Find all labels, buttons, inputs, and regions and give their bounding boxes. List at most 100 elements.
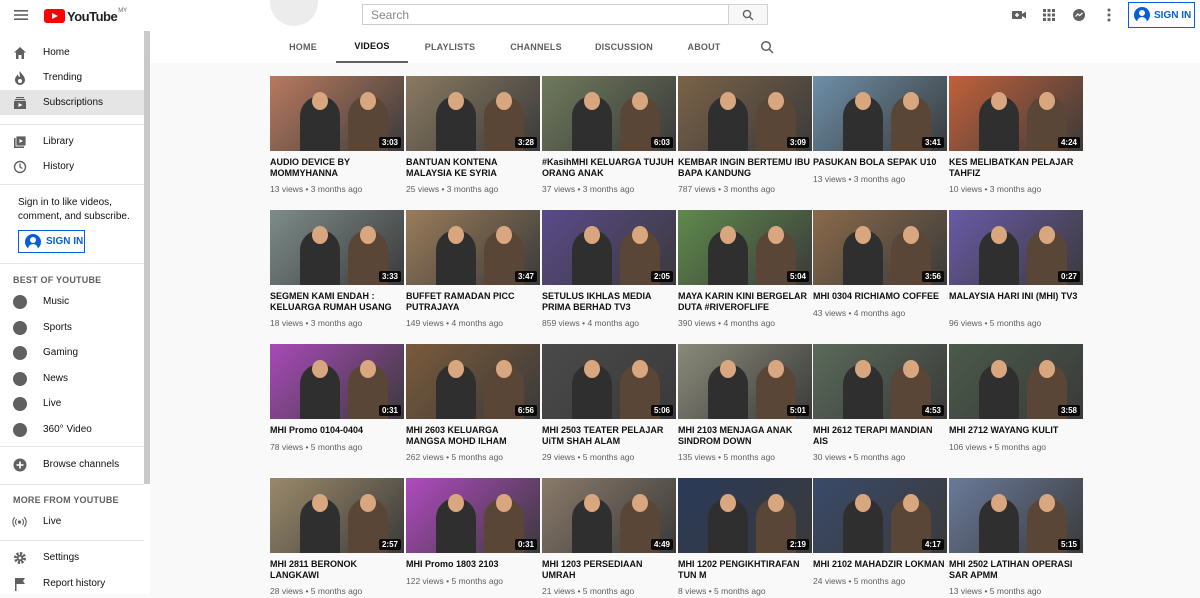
video-title[interactable]: MHI 2502 LATIHAN OPERASI SAR APMM xyxy=(949,559,1081,580)
video-title[interactable]: PASUKAN BOLA SEPAK U10 xyxy=(813,157,945,168)
video-thumbnail[interactable]: 2:57 xyxy=(270,478,404,553)
video-card[interactable]: 3:58 MHI 2712 WAYANG KULIT 106 views • 5 m… xyxy=(949,344,1083,464)
video-card[interactable]: 0:27 MALAYSIA HARI INI (MHI) TV3 96 views … xyxy=(949,210,1083,330)
video-card[interactable]: 6:03 #KasihMHI KELUARGA TUJUH ORANG ANAK 3… xyxy=(542,76,676,196)
video-title[interactable]: MHI 0304 RICHIAMO COFFEE xyxy=(813,291,945,302)
video-thumbnail[interactable]: 3:03 xyxy=(270,76,404,151)
video-title[interactable]: MHI 1203 PERSEDIAAN UMRAH xyxy=(542,559,674,580)
sidebar-item-360-video[interactable]: 360° Video xyxy=(0,417,144,442)
video-thumbnail[interactable]: 3:47 xyxy=(406,210,540,285)
video-thumbnail[interactable]: 3:28 xyxy=(406,76,540,151)
video-title[interactable]: MHI 2811 BERONOK LANGKAWI xyxy=(270,559,402,580)
video-card[interactable]: 3:41 PASUKAN BOLA SEPAK U10 13 views • 3 m… xyxy=(813,76,947,196)
video-title[interactable]: BUFFET RAMADAN PICC PUTRAJAYA xyxy=(406,291,538,312)
video-card[interactable]: 6:56 MHI 2603 KELUARGA MANGSA MOHD ILHAM 2… xyxy=(406,344,540,464)
video-title[interactable]: KEMBAR INGIN BERTEMU IBU BAPA KANDUNG xyxy=(678,157,810,178)
video-title[interactable]: MALAYSIA HARI INI (MHI) TV3 xyxy=(949,291,1081,302)
video-thumbnail[interactable]: 0:27 xyxy=(949,210,1083,285)
video-thumbnail[interactable]: 5:15 xyxy=(949,478,1083,553)
sidebar-item-news[interactable]: News xyxy=(0,366,144,391)
video-card[interactable]: 4:24 KES MELIBATKAN PELAJAR TAHFIZ 10 view… xyxy=(949,76,1083,196)
search-input[interactable] xyxy=(362,4,729,25)
video-card[interactable]: 3:09 KEMBAR INGIN BERTEMU IBU BAPA KANDUN… xyxy=(678,76,812,196)
tab-about[interactable]: ABOUT xyxy=(678,31,730,63)
video-title[interactable]: MHI Promo 1803 2103 xyxy=(406,559,538,570)
video-thumbnail[interactable]: 2:19 xyxy=(678,478,812,553)
video-title[interactable]: MAYA KARIN KINI BERGELAR DUTA #RIVEROFLI… xyxy=(678,291,810,312)
sidebar-item-trending[interactable]: Trending xyxy=(0,65,144,90)
video-card[interactable]: 5:01 MHI 2103 MENJAGA ANAK SINDROM DOWN 13… xyxy=(678,344,812,464)
video-card[interactable]: 5:04 MAYA KARIN KINI BERGELAR DUTA #RIVER… xyxy=(678,210,812,330)
video-thumbnail[interactable]: 6:56 xyxy=(406,344,540,419)
video-title[interactable]: MHI 2712 WAYANG KULIT xyxy=(949,425,1081,436)
video-card[interactable]: 3:33 SEGMEN KAMI ENDAH : KELUARGA RUMAH U… xyxy=(270,210,404,330)
video-card[interactable]: 3:47 BUFFET RAMADAN PICC PUTRAJAYA 149 vie… xyxy=(406,210,540,330)
video-thumbnail[interactable]: 4:53 xyxy=(813,344,947,419)
video-thumbnail[interactable]: 4:49 xyxy=(542,478,676,553)
video-thumbnail[interactable]: 3:58 xyxy=(949,344,1083,419)
video-thumbnail[interactable]: 3:41 xyxy=(813,76,947,151)
video-title[interactable]: MHI 2103 MENJAGA ANAK SINDROM DOWN xyxy=(678,425,810,446)
video-card[interactable]: 3:56 MHI 0304 RICHIAMO COFFEE 43 views • 4… xyxy=(813,210,947,330)
sidebar-item-library[interactable]: Library xyxy=(0,129,144,154)
tab-home[interactable]: HOME xyxy=(276,31,330,63)
video-title[interactable]: #KasihMHI KELUARGA TUJUH ORANG ANAK xyxy=(542,157,674,178)
video-thumbnail[interactable]: 2:05 xyxy=(542,210,676,285)
tab-videos[interactable]: VIDEOS xyxy=(336,31,408,63)
video-card[interactable]: 2:57 MHI 2811 BERONOK LANGKAWI 28 views • … xyxy=(270,478,404,598)
search-button[interactable] xyxy=(728,4,768,25)
video-thumbnail[interactable]: 3:33 xyxy=(270,210,404,285)
video-card[interactable]: 5:15 MHI 2502 LATIHAN OPERASI SAR APMM 13 … xyxy=(949,478,1083,598)
video-thumbnail[interactable]: 0:31 xyxy=(406,478,540,553)
video-title[interactable]: SEGMEN KAMI ENDAH : KELUARGA RUMAH USANG xyxy=(270,291,402,312)
video-thumbnail[interactable]: 6:03 xyxy=(542,76,676,151)
video-thumbnail[interactable]: 5:04 xyxy=(678,210,812,285)
video-card[interactable]: 3:28 BANTUAN KONTENA MALAYSIA KE SYRIA 25 … xyxy=(406,76,540,196)
channel-search-icon[interactable] xyxy=(760,40,774,54)
video-title[interactable]: MHI 2612 TERAPI MANDIAN AIS xyxy=(813,425,945,446)
video-title[interactable]: MHI 2102 MAHADZIR LOKMAN xyxy=(813,559,945,570)
sidebar-scrollbar[interactable] xyxy=(144,31,150,484)
video-title[interactable]: MHI Promo 0104-0404 xyxy=(270,425,402,436)
sidebar-item-more-live[interactable]: Live xyxy=(0,509,144,534)
tab-channels[interactable]: CHANNELS xyxy=(500,31,572,63)
video-card[interactable]: 0:31 MHI Promo 0104-0404 78 views • 5 mont… xyxy=(270,344,404,464)
video-title[interactable]: MHI 2503 TEATER PELAJAR UiTM SHAH ALAM xyxy=(542,425,674,446)
sidebar-item-browse-channels[interactable]: Browse channels xyxy=(0,452,144,477)
apps-icon[interactable] xyxy=(1040,6,1058,24)
sidebar-item-live[interactable]: Live xyxy=(0,391,144,416)
video-card[interactable]: 4:49 MHI 1203 PERSEDIAAN UMRAH 21 views • … xyxy=(542,478,676,598)
video-card[interactable]: 2:05 SETULUS IKHLAS MEDIA PRIMA BERHAD TV… xyxy=(542,210,676,330)
chat-icon[interactable] xyxy=(1070,6,1088,24)
sidebar-sign-in-button[interactable]: SIGN IN xyxy=(18,230,85,253)
video-title[interactable]: BANTUAN KONTENA MALAYSIA KE SYRIA xyxy=(406,157,538,178)
menu-icon[interactable] xyxy=(12,6,30,24)
video-title[interactable]: AUDIO DEVICE BY MOMMYHANNA xyxy=(270,157,402,178)
video-title[interactable]: SETULUS IKHLAS MEDIA PRIMA BERHAD TV3 xyxy=(542,291,674,312)
sidebar-item-report-history[interactable]: Report history xyxy=(0,571,144,594)
tab-playlists[interactable]: PLAYLISTS xyxy=(415,31,485,63)
video-card[interactable]: 4:53 MHI 2612 TERAPI MANDIAN AIS 30 views … xyxy=(813,344,947,464)
more-vert-icon[interactable] xyxy=(1100,6,1118,24)
sidebar-item-music[interactable]: Music xyxy=(0,289,144,314)
video-card[interactable]: 2:19 MHI 1202 PENGIKHTIRAFAN TUN M 8 views… xyxy=(678,478,812,598)
tab-discussion[interactable]: DISCUSSION xyxy=(586,31,662,63)
video-thumbnail[interactable]: 4:17 xyxy=(813,478,947,553)
video-camera-icon[interactable] xyxy=(1010,6,1028,24)
video-title[interactable]: KES MELIBATKAN PELAJAR TAHFIZ xyxy=(949,157,1081,178)
sidebar-item-sports[interactable]: Sports xyxy=(0,315,144,340)
video-thumbnail[interactable]: 3:56 xyxy=(813,210,947,285)
video-card[interactable]: 3:03 AUDIO DEVICE BY MOMMYHANNA 13 views •… xyxy=(270,76,404,196)
sidebar-item-subscriptions[interactable]: Subscriptions xyxy=(0,90,144,115)
sidebar-item-settings[interactable]: Settings xyxy=(0,545,144,570)
video-card[interactable]: 5:06 MHI 2503 TEATER PELAJAR UiTM SHAH AL… xyxy=(542,344,676,464)
video-card[interactable]: 4:17 MHI 2102 MAHADZIR LOKMAN 24 views • 5… xyxy=(813,478,947,598)
sidebar-item-gaming[interactable]: Gaming xyxy=(0,340,144,365)
video-thumbnail[interactable]: 0:31 xyxy=(270,344,404,419)
video-card[interactable]: 0:31 MHI Promo 1803 2103 122 views • 5 mon… xyxy=(406,478,540,598)
video-title[interactable]: MHI 2603 KELUARGA MANGSA MOHD ILHAM xyxy=(406,425,538,446)
sidebar-item-history[interactable]: History xyxy=(0,154,144,179)
video-thumbnail[interactable]: 4:24 xyxy=(949,76,1083,151)
video-thumbnail[interactable]: 5:06 xyxy=(542,344,676,419)
video-thumbnail[interactable]: 3:09 xyxy=(678,76,812,151)
